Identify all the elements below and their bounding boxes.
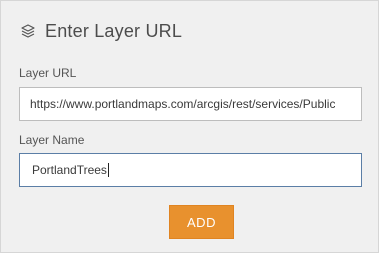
panel-title: Enter Layer URL — [45, 20, 183, 41]
add-button[interactable]: ADD — [169, 205, 234, 239]
layers-icon — [19, 22, 37, 40]
add-layer-panel: Enter Layer URL Layer URL https://www.po… — [0, 0, 379, 253]
layer-name-input[interactable]: PortlandTrees — [19, 153, 362, 187]
layer-url-value: https://www.portlandmaps.com/arcgis/rest… — [30, 97, 336, 111]
layer-url-label: Layer URL — [19, 66, 77, 80]
layer-name-label: Layer Name — [19, 133, 85, 147]
panel-header: Enter Layer URL — [19, 18, 182, 44]
text-cursor — [107, 163, 109, 177]
layer-name-value: PortlandTrees — [32, 163, 107, 177]
layer-url-input[interactable]: https://www.portlandmaps.com/arcgis/rest… — [19, 87, 362, 121]
